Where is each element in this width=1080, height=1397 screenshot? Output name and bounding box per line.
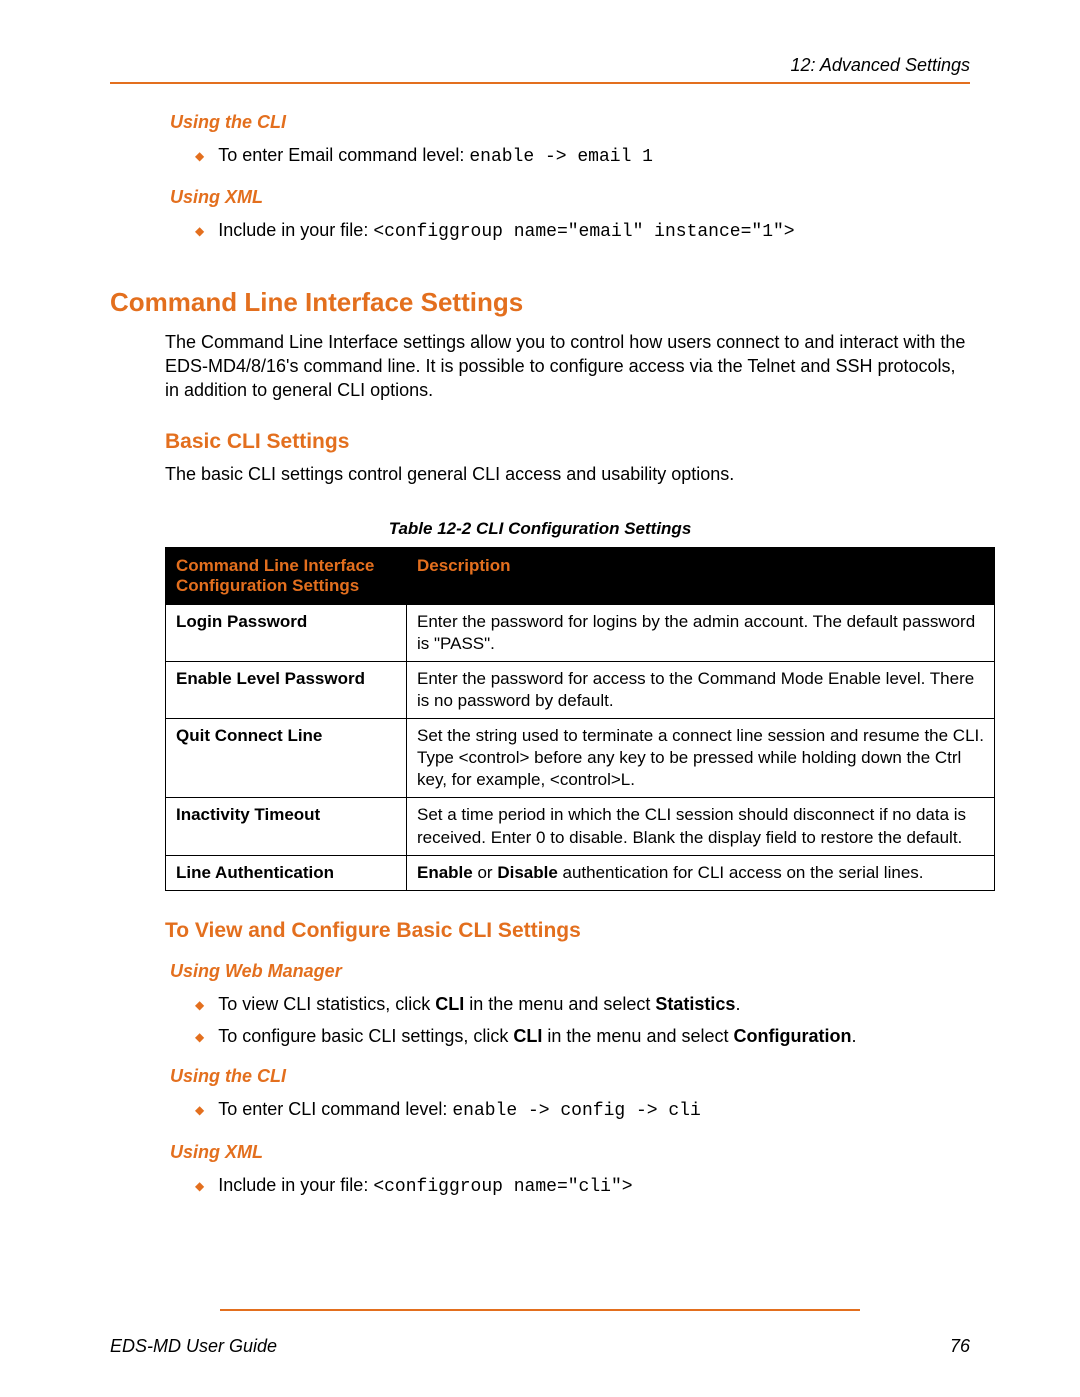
table-caption: Table 12-2 CLI Configuration Settings bbox=[110, 519, 970, 539]
diamond-icon: ◆ bbox=[195, 1102, 204, 1118]
heading-using-web: Using Web Manager bbox=[110, 961, 970, 982]
paragraph-intro: The Command Line Interface settings allo… bbox=[110, 330, 970, 403]
heading-using-xml-1: Using XML bbox=[110, 187, 970, 208]
bullet-text: Include in your file: bbox=[218, 1175, 373, 1195]
code-text: <configgroup name="cli"> bbox=[373, 1177, 632, 1197]
heading-cli-settings: Command Line Interface Settings bbox=[110, 287, 970, 318]
diamond-icon: ◆ bbox=[195, 1029, 204, 1045]
cell-setting: Line Authentication bbox=[166, 855, 407, 890]
table-row: Login Password Enter the password for lo… bbox=[166, 604, 995, 661]
table-header-1: Command Line Interface Configuration Set… bbox=[166, 547, 407, 604]
diamond-icon: ◆ bbox=[195, 148, 204, 164]
header-rule bbox=[110, 82, 970, 84]
page-number: 76 bbox=[950, 1336, 970, 1357]
heading-using-cli-1: Using the CLI bbox=[110, 112, 970, 133]
bullet-web-config: ◆ To configure basic CLI settings, click… bbox=[110, 1024, 970, 1048]
table-row: Line Authentication Enable or Disable au… bbox=[166, 855, 995, 890]
diamond-icon: ◆ bbox=[195, 223, 204, 239]
bullet-email-xml: ◆ Include in your file: <configgroup nam… bbox=[110, 218, 970, 244]
cli-config-table: Command Line Interface Configuration Set… bbox=[165, 547, 995, 891]
footer-title: EDS-MD User Guide bbox=[110, 1336, 277, 1357]
bullet-cli-level: ◆ To enter CLI command level: enable -> … bbox=[110, 1097, 970, 1123]
cell-desc: Enable or Disable authentication for CLI… bbox=[407, 855, 995, 890]
cell-setting: Quit Connect Line bbox=[166, 719, 407, 798]
cell-setting: Login Password bbox=[166, 604, 407, 661]
bullet-text: To enter CLI command level: bbox=[218, 1099, 452, 1119]
chapter-header: 12: Advanced Settings bbox=[110, 55, 970, 76]
heading-basic-cli: Basic CLI Settings bbox=[110, 430, 970, 454]
diamond-icon: ◆ bbox=[195, 997, 204, 1013]
cell-setting: Enable Level Password bbox=[166, 661, 407, 718]
heading-view-configure: To View and Configure Basic CLI Settings bbox=[110, 919, 970, 943]
cell-desc: Enter the password for logins by the adm… bbox=[407, 604, 995, 661]
bullet-email-cli: ◆ To enter Email command level: enable -… bbox=[110, 143, 970, 169]
table-row: Quit Connect Line Set the string used to… bbox=[166, 719, 995, 798]
cell-desc: Enter the password for access to the Com… bbox=[407, 661, 995, 718]
table-header-2: Description bbox=[407, 547, 995, 604]
diamond-icon: ◆ bbox=[195, 1178, 204, 1194]
cell-setting: Inactivity Timeout bbox=[166, 798, 407, 855]
paragraph-basic: The basic CLI settings control general C… bbox=[110, 462, 970, 486]
bullet-text: Include in your file: bbox=[218, 220, 373, 240]
table-row: Enable Level Password Enter the password… bbox=[166, 661, 995, 718]
heading-using-cli-2: Using the CLI bbox=[110, 1066, 970, 1087]
code-text: enable -> email 1 bbox=[469, 147, 653, 167]
bullet-web-stats: ◆ To view CLI statistics, click CLI in t… bbox=[110, 992, 970, 1016]
table-row: Inactivity Timeout Set a time period in … bbox=[166, 798, 995, 855]
heading-using-xml-2: Using XML bbox=[110, 1142, 970, 1163]
page-footer: EDS-MD User Guide 76 bbox=[110, 1336, 970, 1357]
cell-desc: Set the string used to terminate a conne… bbox=[407, 719, 995, 798]
code-text: <configgroup name="email" instance="1"> bbox=[373, 222, 794, 242]
cell-desc: Set a time period in which the CLI sessi… bbox=[407, 798, 995, 855]
code-text: enable -> config -> cli bbox=[452, 1101, 700, 1121]
bullet-text: To enter Email command level: bbox=[218, 145, 469, 165]
bullet-xml-cli: ◆ Include in your file: <configgroup nam… bbox=[110, 1173, 970, 1199]
footer-rule bbox=[220, 1309, 860, 1311]
